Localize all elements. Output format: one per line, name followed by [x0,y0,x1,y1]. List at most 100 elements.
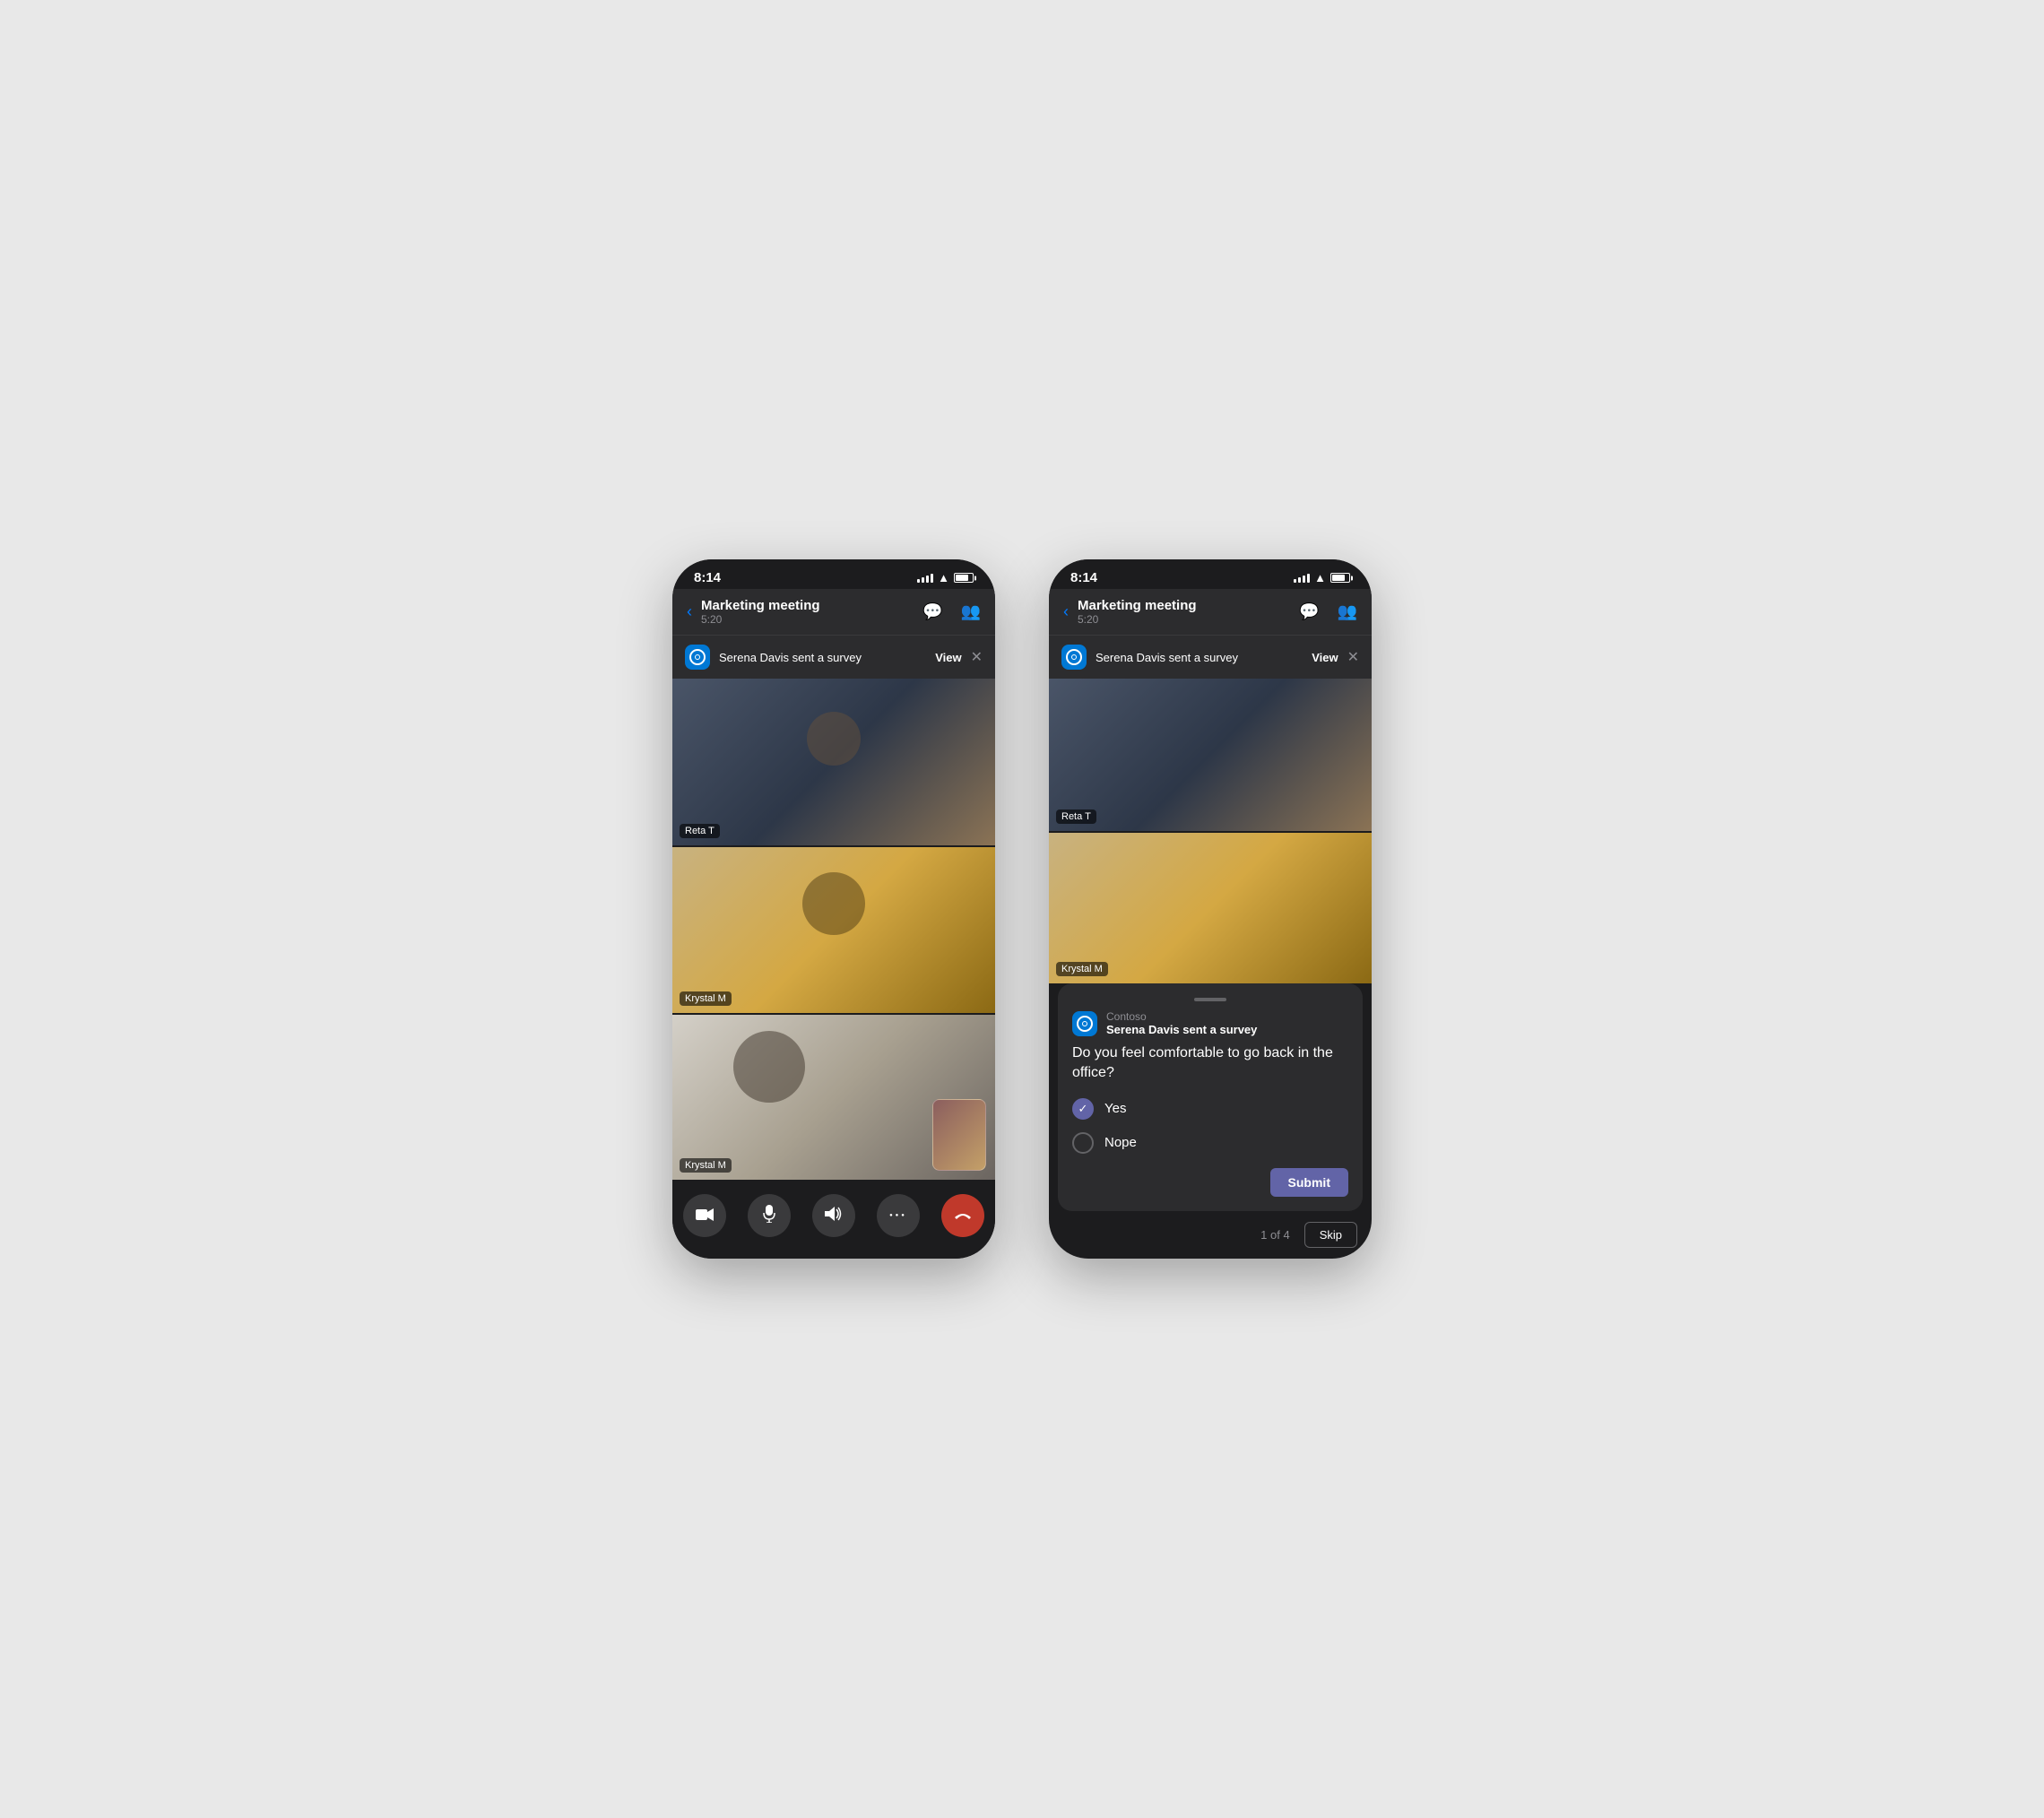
drag-handle [1194,998,1226,1001]
signal-bar-r4 [1307,574,1310,583]
people-icon-right[interactable]: 👥 [1338,602,1357,621]
signal-bar-1 [917,579,920,583]
signal-bar-r1 [1294,579,1296,583]
option-label-yes: Yes [1104,1101,1126,1116]
status-bar-right: 8:14 ▲ [1049,559,1372,589]
option-radio-yes[interactable]: ✓ [1072,1098,1094,1120]
survey-panel-source: Contoso [1106,1010,1257,1023]
participant-label-r1: Reta T [1056,809,1096,824]
survey-text-right: Serena Davis sent a survey [1096,651,1312,664]
checkmark-yes: ✓ [1078,1102,1088,1116]
status-time-right: 8:14 [1070,570,1097,585]
participant-label-2: Krystal M [680,991,732,1006]
avatar-krystal1 [802,872,865,935]
survey-panel: Contoso Serena Davis sent a survey Do yo… [1058,983,1363,1211]
phone-right: 8:14 ▲ ‹ Marketing meeting 5:20 [1049,559,1372,1259]
signal-bars-left [917,574,933,583]
signal-bar-3 [926,576,929,583]
avatar-krystal2 [733,1031,805,1103]
call-title-right: Marketing meeting [1078,598,1299,613]
video-bg-krystal-r [1049,833,1372,983]
end-call-icon [953,1207,973,1225]
more-options-button[interactable]: ●●● [877,1194,920,1237]
survey-icon-dot-right [1071,654,1077,660]
speaker-icon [825,1207,843,1225]
video-cell-2: Krystal M [672,845,995,1012]
video-grid-left: Reta T Krystal M Krystal M [672,679,995,1180]
header-actions-left: 💬 👥 [922,602,981,621]
submit-button[interactable]: Submit [1270,1168,1348,1197]
back-button-right[interactable]: ‹ [1063,602,1069,621]
mic-toggle-button[interactable] [748,1194,791,1237]
signal-bar-r2 [1298,577,1301,583]
chat-icon-right[interactable]: 💬 [1299,602,1319,621]
video-cell-3: Krystal M [672,1013,995,1180]
survey-panel-header: Contoso Serena Davis sent a survey [1072,1010,1348,1036]
survey-question: Do you feel comfortable to go back in th… [1072,1043,1348,1084]
call-header-left: ‹ Marketing meeting 5:20 💬 👥 [672,589,995,635]
survey-view-button-left[interactable]: View [935,651,961,664]
survey-page-indicator: 1 of 4 [1260,1228,1290,1242]
video-bg-krystal1 [672,847,995,1012]
survey-area: Contoso Serena Davis sent a survey Do yo… [1049,983,1372,1259]
back-button-left[interactable]: ‹ [687,602,692,621]
mic-icon [763,1205,775,1227]
survey-panel-icon-dot [1082,1021,1087,1026]
video-cell-1: Reta T [672,679,995,845]
call-title-left: Marketing meeting [701,598,922,613]
participant-label-1: Reta T [680,824,720,838]
call-info-right: Marketing meeting 5:20 [1078,598,1299,626]
survey-banner-left: Serena Davis sent a survey View ✕ [672,635,995,679]
survey-icon-inner-right [1066,649,1082,665]
people-icon-left[interactable]: 👥 [961,602,981,621]
video-grid-right: Reta T Krystal M [1049,679,1372,983]
participant-label-r2: Krystal M [1056,962,1108,976]
survey-close-button-right[interactable]: ✕ [1347,648,1359,666]
survey-panel-text-block: Contoso Serena Davis sent a survey [1106,1010,1257,1036]
survey-panel-icon-inner [1077,1016,1093,1032]
survey-text-left: Serena Davis sent a survey [719,651,935,664]
signal-bar-r3 [1303,576,1305,583]
survey-submit-row: Submit [1072,1168,1348,1197]
phone-left: 8:14 ▲ ‹ Marketing meeting 5:20 [672,559,995,1259]
survey-footer: 1 of 4 Skip [1049,1211,1372,1259]
status-icons-left: ▲ [917,571,974,584]
status-time-left: 8:14 [694,570,721,585]
survey-banner-right: Serena Davis sent a survey View ✕ [1049,635,1372,679]
avatar-reta [807,712,861,766]
video-icon [696,1207,714,1225]
battery-icon-left [954,573,974,583]
video-cell-r2: Krystal M [1049,831,1372,983]
more-icon: ●●● [889,1213,907,1218]
video-toggle-button[interactable] [683,1194,726,1237]
skip-button[interactable]: Skip [1304,1222,1357,1248]
survey-icon-dot-left [695,654,700,660]
participant-label-3: Krystal M [680,1158,732,1173]
chat-icon-left[interactable]: 💬 [922,602,942,621]
control-bar-left: ●●● [672,1180,995,1259]
call-info-left: Marketing meeting 5:20 [701,598,922,626]
survey-close-button-left[interactable]: ✕ [971,648,983,666]
header-actions-right: 💬 👥 [1299,602,1357,621]
survey-panel-app-icon [1072,1011,1097,1036]
end-call-button[interactable] [941,1194,984,1237]
wifi-icon-left: ▲ [938,571,949,584]
battery-fill-left [956,575,968,581]
survey-view-button-right[interactable]: View [1312,651,1338,664]
page-container: 8:14 ▲ ‹ Marketing meeting 5:20 [511,454,1533,1364]
call-header-right: ‹ Marketing meeting 5:20 💬 👥 [1049,589,1372,635]
call-duration-right: 5:20 [1078,613,1299,626]
survey-app-icon-right [1061,645,1087,670]
survey-option-yes[interactable]: ✓ Yes [1072,1098,1348,1120]
option-label-nope: Nope [1104,1135,1137,1150]
option-radio-nope[interactable] [1072,1132,1094,1154]
battery-fill-right [1332,575,1345,581]
signal-bar-2 [922,577,924,583]
survey-app-icon-left [685,645,710,670]
status-icons-right: ▲ [1294,571,1350,584]
speaker-toggle-button[interactable] [812,1194,855,1237]
status-bar-left: 8:14 ▲ [672,559,995,589]
survey-icon-inner-left [689,649,706,665]
survey-option-nope[interactable]: Nope [1072,1132,1348,1154]
wifi-icon-right: ▲ [1314,571,1326,584]
